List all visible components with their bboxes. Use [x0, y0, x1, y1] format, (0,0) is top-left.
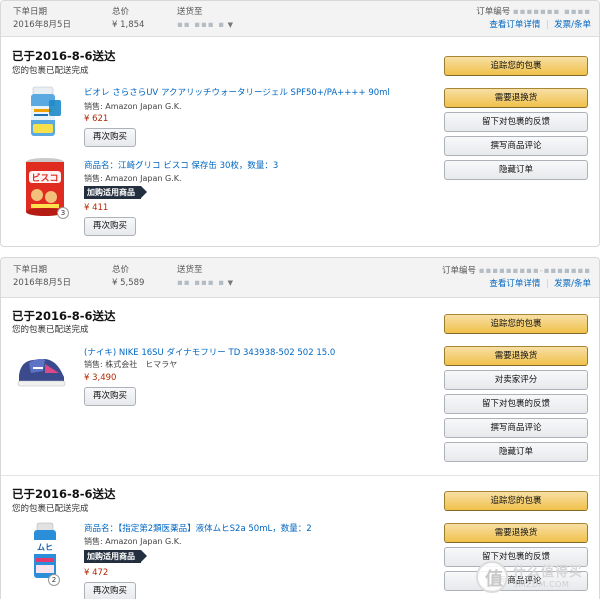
- buy-again-button[interactable]: 再次购买: [84, 128, 137, 147]
- watermark-title: 什么值得买: [513, 565, 584, 580]
- order-total: ¥ 1,854: [112, 20, 145, 30]
- link-divider: |: [543, 20, 552, 30]
- order-card: 下单日期 2016年8月5日 总价 ¥ 1,854 送货至 ▪▪ ▪▪▪ ▪ ▼…: [0, 0, 600, 247]
- add-on-item-badge: 加购适用商品: [84, 186, 147, 199]
- invoice-link[interactable]: 发票/条单: [554, 279, 591, 289]
- hide-order-button[interactable]: 隐藏订单: [444, 442, 588, 462]
- invoice-link[interactable]: 发票/条单: [554, 20, 591, 30]
- seller-text: 销售: 株式会社 ヒマラヤ: [84, 360, 178, 369]
- product-image-muhi-bottle[interactable]: ムヒ: [23, 522, 67, 582]
- watermark-url: SMZDM.COM: [513, 580, 570, 589]
- product-title-link[interactable]: (ナイキ) NIKE 16SU ダイナモフリー TD 343938-502 50…: [84, 346, 335, 358]
- order-header: 下单日期 2016年8月5日 总价 ¥ 5,589 送货至 ▪▪ ▪▪▪ ▪ ▼…: [1, 258, 599, 298]
- buy-again-button[interactable]: 再次购买: [84, 582, 137, 599]
- return-replace-button[interactable]: 需要退换货: [444, 88, 588, 108]
- order-header: 下单日期 2016年8月5日 总价 ¥ 1,854 送货至 ▪▪ ▪▪▪ ▪ ▼…: [1, 1, 599, 37]
- seller-text: 销售: Amazon Japan G.K.: [84, 537, 182, 546]
- delivery-status: 您的包裹已配送完成: [12, 325, 89, 335]
- delivery-status: 您的包裹已配送完成: [12, 504, 89, 514]
- order-item: ムヒ 2 商品名：【指定第2類医薬品】液体ムヒS2a 50mL，数量：2 销售:…: [1, 522, 441, 599]
- return-replace-button[interactable]: 需要退换货: [444, 523, 588, 543]
- item-price: ¥ 3,490: [84, 373, 117, 383]
- product-image-sneaker[interactable]: [15, 351, 67, 391]
- order-total-label: 总价: [112, 7, 130, 17]
- order-details-link[interactable]: 查看订单详情: [489, 20, 540, 30]
- quantity-badge: 2: [48, 574, 60, 586]
- svg-text:ムヒ: ムヒ: [37, 543, 53, 552]
- product-title-link[interactable]: 商品名：【指定第2類医薬品】液体ムヒS2a 50mL，数量：2: [84, 522, 312, 534]
- hide-order-button[interactable]: 隐藏订单: [444, 160, 588, 180]
- product-title-link[interactable]: 商品名：江崎グリコ ビスコ 保存缶 30枚，数量：3: [84, 159, 278, 171]
- order-number-label: 订单编号: [476, 7, 511, 17]
- order-details-link[interactable]: 查看订单详情: [489, 279, 540, 289]
- order-date-label: 下单日期: [13, 265, 48, 275]
- track-package-button[interactable]: 追踪您的包裹: [444, 56, 588, 76]
- order-number: ▪▪▪▪▪▪▪▪▪-▪▪▪▪▪▪▪: [478, 266, 591, 276]
- ship-to-name: ▪▪ ▪▪▪ ▪: [177, 278, 225, 288]
- item-price: ¥ 411: [84, 203, 109, 213]
- delivery-title: 已于2016-8-6送达: [12, 49, 116, 63]
- order-total-label: 总价: [112, 265, 130, 275]
- watermark-logo-icon: 值: [476, 561, 508, 593]
- seller-text: 销售: Amazon Japan G.K.: [84, 174, 182, 183]
- ship-to-label: 送货至: [177, 265, 203, 275]
- site-watermark: 值 什么值得买 SMZDM.COM: [476, 559, 594, 595]
- link-divider: |: [543, 279, 552, 289]
- item-price: ¥ 472: [84, 568, 109, 578]
- ship-to-label: 送货至: [177, 7, 203, 17]
- order-number: ▪▪▪▪▪▪▪ ▪▪▪▪: [512, 7, 591, 17]
- seller-text: 销售: Amazon Japan G.K.: [84, 102, 182, 111]
- order-number-label: 订单编号: [442, 266, 477, 276]
- order-date: 2016年8月5日: [13, 20, 71, 30]
- track-package-button[interactable]: 追踪您的包裹: [444, 314, 588, 334]
- order-card: 下单日期 2016年8月5日 总价 ¥ 5,589 送货至 ▪▪ ▪▪▪ ▪ ▼…: [0, 257, 600, 599]
- item-price: ¥ 621: [84, 114, 109, 124]
- delivery-status: 您的包裹已配送完成: [12, 66, 89, 76]
- order-date-label: 下单日期: [13, 7, 48, 17]
- package-feedback-button[interactable]: 留下对包裹的反馈: [444, 394, 588, 414]
- order-item: ビスコ 3 商品名：江崎グリコ ビスコ 保存缶 30枚，数量：3 销售: Ama…: [1, 155, 441, 241]
- product-title-link[interactable]: ビオレ さらさらUV アクアリッチウォータリージェル SPF50+/PA++++…: [84, 86, 390, 98]
- ship-to-dropdown[interactable]: ▪▪ ▪▪▪ ▪ ▼: [177, 277, 233, 290]
- chevron-down-icon: ▼: [227, 279, 234, 287]
- order-date: 2016年8月5日: [13, 278, 71, 288]
- write-review-button[interactable]: 撰写商品评论: [444, 418, 588, 438]
- add-on-item-badge: 加购适用商品: [84, 550, 147, 563]
- svg-text:ビスコ: ビスコ: [31, 172, 58, 184]
- delivery-title: 已于2016-8-6送达: [12, 487, 116, 501]
- shipment-box: 已于2016-8-6送达 您的包裹已配送完成 (ナイキ) NIKE 16SU ダ…: [1, 299, 599, 474]
- return-replace-button[interactable]: 需要退换货: [444, 346, 588, 366]
- product-image-sunscreen[interactable]: [23, 86, 67, 138]
- rate-seller-button[interactable]: 对卖家评分: [444, 370, 588, 390]
- ship-to-dropdown[interactable]: ▪▪ ▪▪▪ ▪ ▼: [177, 19, 233, 32]
- buy-again-button[interactable]: 再次购买: [84, 217, 137, 236]
- quantity-badge: 3: [57, 207, 69, 219]
- shipment-box: 已于2016-8-6送达 您的包裹已配送完成 ビオレ さらさらUV アクアリッチ…: [1, 38, 599, 246]
- order-item: (ナイキ) NIKE 16SU ダイナモフリー TD 343938-502 50…: [1, 345, 441, 415]
- write-review-button[interactable]: 撰写商品评论: [444, 136, 588, 156]
- order-total: ¥ 5,589: [112, 278, 145, 288]
- track-package-button[interactable]: 追踪您的包裹: [444, 491, 588, 511]
- delivery-title: 已于2016-8-6送达: [12, 309, 116, 323]
- ship-to-name: ▪▪ ▪▪▪ ▪: [177, 20, 225, 30]
- buy-again-button[interactable]: 再次购买: [84, 387, 137, 406]
- order-item: ビオレ さらさらUV アクアリッチウォータリージェル SPF50+/PA++++…: [1, 84, 441, 147]
- package-feedback-button[interactable]: 留下对包裹的反馈: [444, 112, 588, 132]
- chevron-down-icon: ▼: [227, 21, 234, 29]
